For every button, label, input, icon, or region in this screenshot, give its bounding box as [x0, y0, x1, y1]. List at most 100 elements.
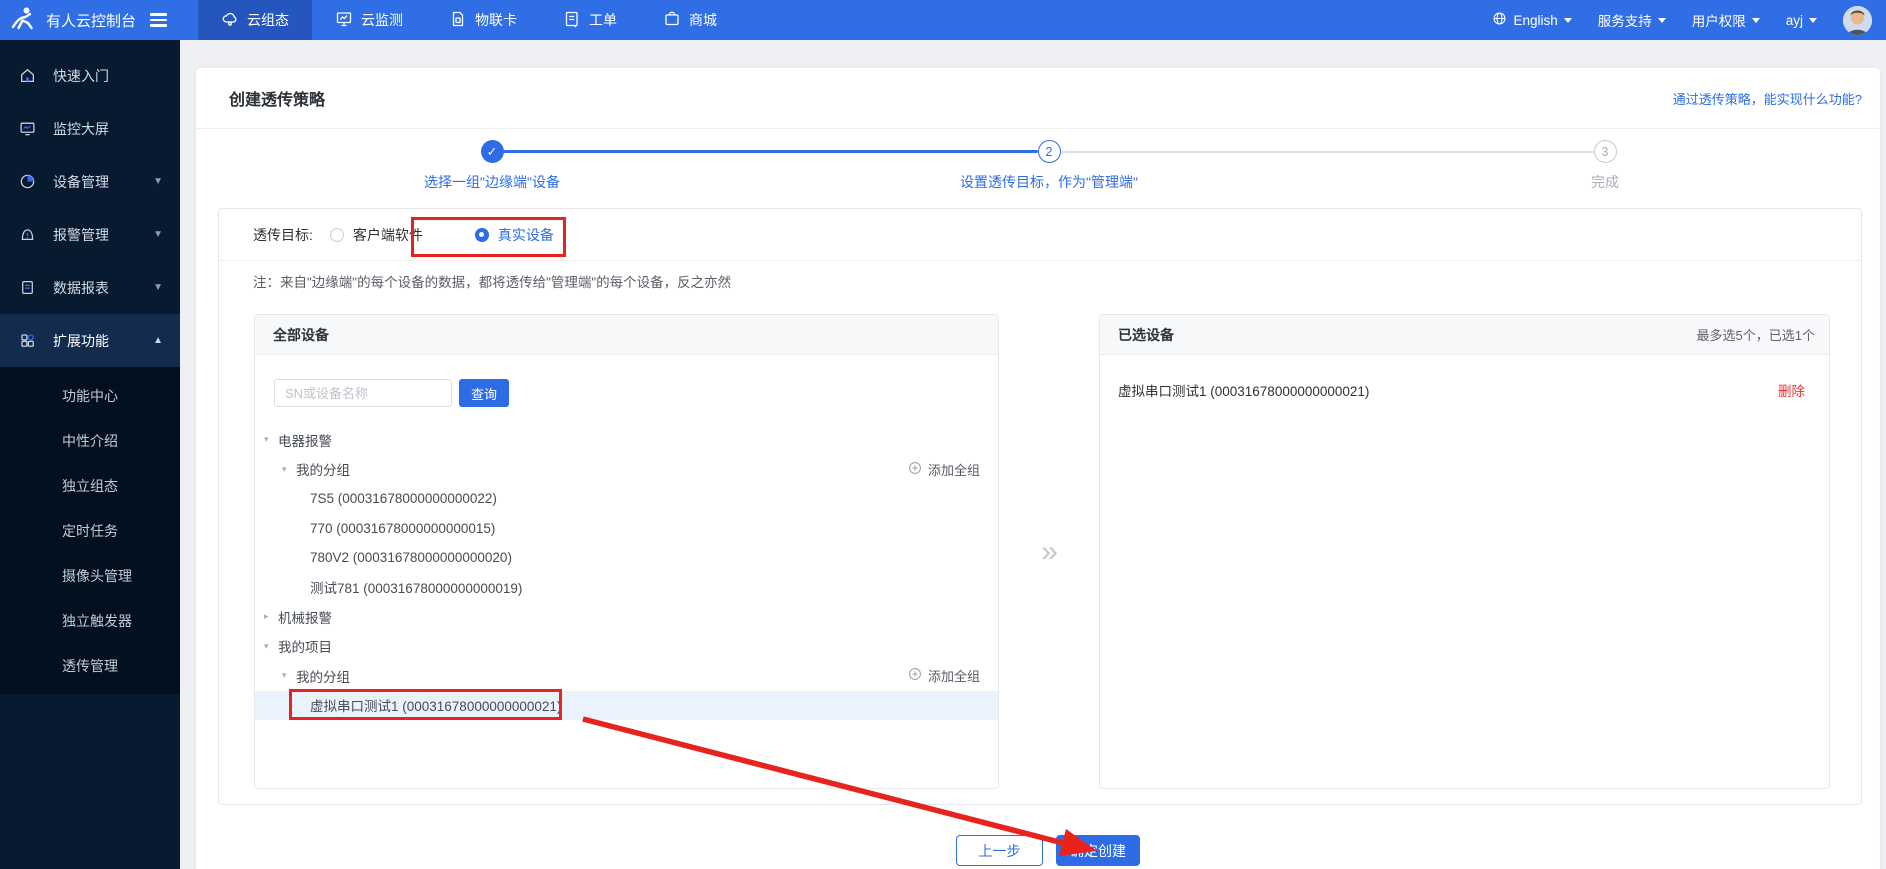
- nav-tab-3[interactable]: 物联卡: [426, 0, 540, 40]
- avatar[interactable]: [1843, 5, 1872, 35]
- report-doc-icon: [19, 279, 36, 296]
- support-dropdown[interactable]: 服务支持: [1598, 10, 1666, 30]
- selected-device-name: 虚拟串口测试1 (00031678000000000021): [1118, 383, 1370, 399]
- tree-device-row[interactable]: 770 (00031678000000000015): [255, 514, 998, 544]
- plus-circle-icon: [908, 667, 922, 684]
- brand: 有人云控制台: [0, 0, 180, 40]
- mall-icon: [663, 10, 681, 31]
- nav-tab-label: 云组态: [247, 12, 289, 28]
- tree-group-row[interactable]: ▾ 我的分组 添加全组: [255, 455, 998, 485]
- tree-group-row[interactable]: ▾ 我的分组 添加全组: [255, 661, 998, 691]
- tree-group-row[interactable]: ▾ 电器报警: [255, 425, 998, 455]
- transfer-target-row: 透传目标: 客户端软件 真实设备: [219, 209, 1861, 261]
- nav-tab-label: 工单: [589, 12, 617, 28]
- tree-node-label: 机械报警: [278, 610, 332, 626]
- sidebar-item-label: 快速入门: [53, 67, 109, 84]
- nav-tab-2[interactable]: 云监测: [312, 0, 426, 40]
- sidebar-subitem-1[interactable]: 功能中心: [0, 373, 180, 418]
- nav-tab-label: 物联卡: [475, 12, 517, 28]
- sidebar-item-3[interactable]: 设备管理 ▼: [0, 155, 180, 208]
- all-devices-title: 全部设备: [273, 326, 329, 343]
- radio-client-software[interactable]: 客户端软件: [329, 225, 423, 245]
- nav-tab-5[interactable]: 商城: [640, 0, 740, 40]
- sidebar-subitem-3[interactable]: 独立组态: [0, 463, 180, 508]
- tree-expanded-icon[interactable]: ▾: [282, 670, 296, 681]
- radio-selected-icon: [474, 227, 489, 242]
- tree-expanded-icon[interactable]: ▾: [264, 434, 278, 445]
- delete-link[interactable]: 删除: [1778, 380, 1805, 400]
- sim-card-icon: [449, 10, 467, 31]
- radio-client-software-label: 客户端软件: [352, 226, 423, 243]
- chevron-down-icon: [1809, 17, 1817, 23]
- selection-limit-text: 最多选5个，已选1个: [1696, 328, 1815, 343]
- confirm-create-button[interactable]: 确定创建: [1056, 835, 1140, 866]
- nav-tab-label: 商城: [689, 12, 717, 28]
- search-input[interactable]: [274, 379, 452, 407]
- tree-expanded-icon[interactable]: ▾: [282, 464, 296, 475]
- sidebar-item-label: 设备管理: [53, 173, 109, 190]
- sidebar: 快速入门监控大屏 设备管理 ▼ 报警管理 ▼ 数据报表 ▼ 扩展功能 ▲ 功能中心 中性介绍 独立组态…: [0, 40, 180, 869]
- device-pie-icon: [19, 173, 36, 190]
- tree-device-row[interactable]: 780V2 (00031678000000000020): [255, 543, 998, 573]
- sidebar-subitem-6[interactable]: 独立触发器: [0, 598, 180, 643]
- all-devices-header: 全部设备: [255, 315, 998, 355]
- selected-devices-header: 已选设备 最多选5个，已选1个: [1100, 315, 1829, 355]
- grid-apps-icon: [19, 332, 36, 349]
- sidebar-subitem-7[interactable]: 透传管理: [0, 643, 180, 688]
- step-label-3: 完成: [1591, 174, 1619, 190]
- radio-real-device-label: 真实设备: [497, 226, 554, 243]
- search-button[interactable]: 查询: [459, 379, 509, 407]
- user-dropdown[interactable]: ayj: [1786, 13, 1817, 28]
- step-circle-3: 3: [1593, 140, 1617, 163]
- sidebar-item-6[interactable]: 扩展功能 ▲: [0, 314, 180, 367]
- previous-step-button[interactable]: 上一步: [956, 835, 1043, 866]
- form-panel: 透传目标: 客户端软件 真实设备 注：来自"边缘端"的每个设备的数据，都将透传给…: [218, 208, 1862, 805]
- tree-device-row[interactable]: 测试781 (00031678000000000019): [255, 573, 998, 603]
- tree-node-label: 我的分组: [296, 463, 350, 479]
- tree-expanded-icon[interactable]: ▾: [264, 641, 278, 652]
- screen-icon: [19, 120, 36, 137]
- selected-devices-title: 已选设备: [1118, 326, 1174, 343]
- device-tree: ▾ 电器报警 ▾ 我的分组 添加全组 7S5 (00031678000000000022)…: [255, 425, 998, 720]
- content-area: 创建透传策略 通过透传策略，能实现什么功能? ✓ 选择一组"边缘端"设备 2 设置透传…: [180, 40, 1886, 869]
- add-whole-group-link[interactable]: 添加全组: [908, 666, 980, 685]
- sidebar-item-1[interactable]: 快速入门: [0, 49, 180, 102]
- step-label-2: 设置透传目标，作为"管理端": [960, 174, 1138, 190]
- add-whole-group-link[interactable]: 添加全组: [908, 460, 980, 479]
- brand-title: 有人云控制台: [46, 12, 137, 30]
- language-dropdown[interactable]: English: [1492, 11, 1572, 29]
- alarm-bell-icon: [19, 226, 36, 243]
- tree-node-label: 测试781 (00031678000000000019): [310, 581, 523, 597]
- nav-tab-1[interactable]: 云组态: [198, 0, 312, 40]
- tree-group-row[interactable]: ▾ 我的项目: [255, 632, 998, 662]
- step-circle-1: ✓: [480, 140, 504, 163]
- top-navbar: 有人云控制台 云组态 云监测 物联卡 工单 商城 English 服务支持 用户权限 a…: [0, 0, 1886, 40]
- nav-tab-4[interactable]: 工单: [540, 0, 640, 40]
- page-title: 创建透传策略: [229, 92, 326, 109]
- tree-collapsed-icon[interactable]: ▸: [264, 611, 278, 622]
- sidebar-item-4[interactable]: 报警管理 ▼: [0, 208, 180, 261]
- sidebar-subitem-2[interactable]: 中性介绍: [0, 418, 180, 463]
- permissions-dropdown[interactable]: 用户权限: [1692, 10, 1760, 30]
- tree-device-row[interactable]: 7S5 (00031678000000000022): [255, 484, 998, 514]
- help-link[interactable]: 通过透传策略，能实现什么功能?: [1673, 89, 1862, 108]
- sidebar-item-5[interactable]: 数据报表 ▼: [0, 261, 180, 314]
- chevron-up-icon: ▲: [153, 335, 163, 346]
- tree-device-row[interactable]: 虚拟串口测试1 (00031678000000000021): [255, 690, 998, 720]
- sidebar-item-label: 扩展功能: [53, 332, 109, 349]
- nav-tab-label: 云监测: [361, 12, 403, 28]
- chevron-down-icon: [1751, 17, 1760, 23]
- hamburger-menu-icon[interactable]: [150, 13, 168, 27]
- monitor-chart-icon: [335, 10, 353, 31]
- tree-node-label: 780V2 (00031678000000000020): [310, 550, 512, 566]
- add-whole-group-label: 添加全组: [927, 669, 980, 685]
- note-text: 注：来自"边缘端"的每个设备的数据，都将透传给"管理端"的每个设备，反之亦然: [253, 275, 732, 290]
- sidebar-subitem-5[interactable]: 摄像头管理: [0, 553, 180, 598]
- radio-unselected-icon: [329, 227, 344, 242]
- sidebar-item-2[interactable]: 监控大屏: [0, 102, 180, 155]
- step-line-todo: [1061, 151, 1594, 153]
- tree-group-row[interactable]: ▸ 机械报警: [255, 602, 998, 632]
- work-order-icon: [563, 10, 581, 31]
- sidebar-subitem-4[interactable]: 定时任务: [0, 508, 180, 553]
- radio-real-device[interactable]: 真实设备: [474, 225, 554, 245]
